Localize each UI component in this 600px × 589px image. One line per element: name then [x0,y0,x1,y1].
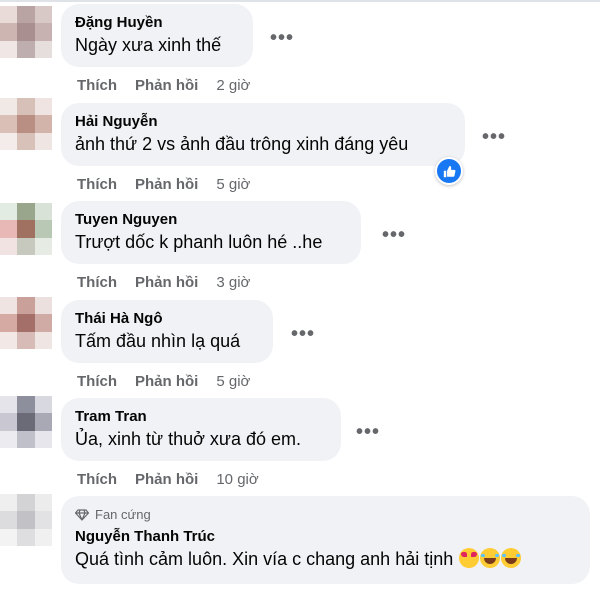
more-options-icon[interactable]: ••• [270,28,294,48]
avatar[interactable] [0,494,52,546]
comment-bubble: Hải Nguyễn ảnh thứ 2 vs ảnh đầu trông xi… [61,103,465,166]
like-button[interactable]: Thích [77,373,117,390]
comment-actions: Thích Phản hồi 5 giờ [77,176,250,193]
avatar[interactable] [0,98,52,150]
comment-text: Trượt dốc k phanh luôn hé ..he [75,232,323,252]
commenter-name[interactable]: Thái Hà Ngô [75,309,259,328]
commenter-name[interactable]: Tram Tran [75,407,327,426]
comment-text: Ngày xưa xinh thế [75,35,222,55]
commenter-name[interactable]: Nguyễn Thanh Trúc [75,527,576,546]
comment-actions: Thích Phản hồi 5 giờ [77,373,250,390]
top-fan-badge[interactable]: Fan cứng [75,507,576,523]
timestamp[interactable]: 10 giờ [216,471,258,488]
comment-actions: Thích Phản hồi 2 giờ [77,77,250,94]
more-options-icon[interactable]: ••• [356,422,380,442]
like-button[interactable]: Thích [77,471,117,488]
comment-text: ảnh thứ 2 vs ảnh đầu trông xinh đáng yêu [75,134,409,154]
comment-bubble: Thái Hà Ngô Tấm đầu nhìn lạ quá [61,300,273,363]
rolling-on-floor-laughing-icon [501,548,522,568]
reply-button[interactable]: Phản hồi [135,471,198,488]
like-button[interactable]: Thích [77,274,117,291]
avatar[interactable] [0,396,52,448]
comment-bubble: Tram Tran Ủa, xinh từ thuở xưa đó em. [61,398,341,461]
more-options-icon[interactable]: ••• [482,127,506,147]
reply-button[interactable]: Phản hồi [135,274,198,291]
comment-actions: Thích Phản hồi 10 giờ [77,471,259,488]
smiling-face-with-hearts-icon [459,548,480,568]
timestamp[interactable]: 5 giờ [216,373,250,390]
comment-bubble: Tuyen Nguyen Trượt dốc k phanh luôn hé .… [61,201,361,264]
comment-text: Tấm đầu nhìn lạ quá [75,331,241,351]
like-button[interactable]: Thích [77,176,117,193]
more-options-icon[interactable]: ••• [382,225,406,245]
commenter-name[interactable]: Hải Nguyễn [75,112,451,131]
avatar[interactable] [0,6,52,58]
timestamp[interactable]: 3 giờ [216,274,250,291]
commenter-name[interactable]: Tuyen Nguyen [75,210,347,229]
reply-button[interactable]: Phản hồi [135,176,198,193]
avatar[interactable] [0,297,52,349]
like-button[interactable]: Thích [77,77,117,94]
reply-button[interactable]: Phản hồi [135,77,198,94]
timestamp[interactable]: 5 giờ [216,176,250,193]
comment-bubble: Đặng Huyền Ngày xưa xinh thế [61,4,253,67]
comment-bubble: Fan cứng Nguyễn Thanh Trúc Quá tình cảm … [61,496,590,584]
comment-text: Quá tình cảm luôn. Xin vía c chang anh h… [75,549,454,569]
comment-text: Ủa, xinh từ thuở xưa đó em. [75,429,302,449]
rolling-on-floor-laughing-icon [480,548,501,568]
like-icon [443,165,455,177]
commenter-name[interactable]: Đặng Huyền [75,13,239,32]
avatar[interactable] [0,203,52,255]
diamond-icon [75,509,89,521]
fan-badge-label: Fan cứng [95,507,151,522]
like-reaction-badge[interactable] [435,157,463,185]
more-options-icon[interactable]: ••• [291,324,315,344]
comment-text-line: Quá tình cảm luôn. Xin vía c chang anh h… [75,546,576,572]
comment-actions: Thích Phản hồi 3 giờ [77,274,250,291]
top-divider [0,0,600,2]
timestamp[interactable]: 2 giờ [216,77,250,94]
reply-button[interactable]: Phản hồi [135,373,198,390]
